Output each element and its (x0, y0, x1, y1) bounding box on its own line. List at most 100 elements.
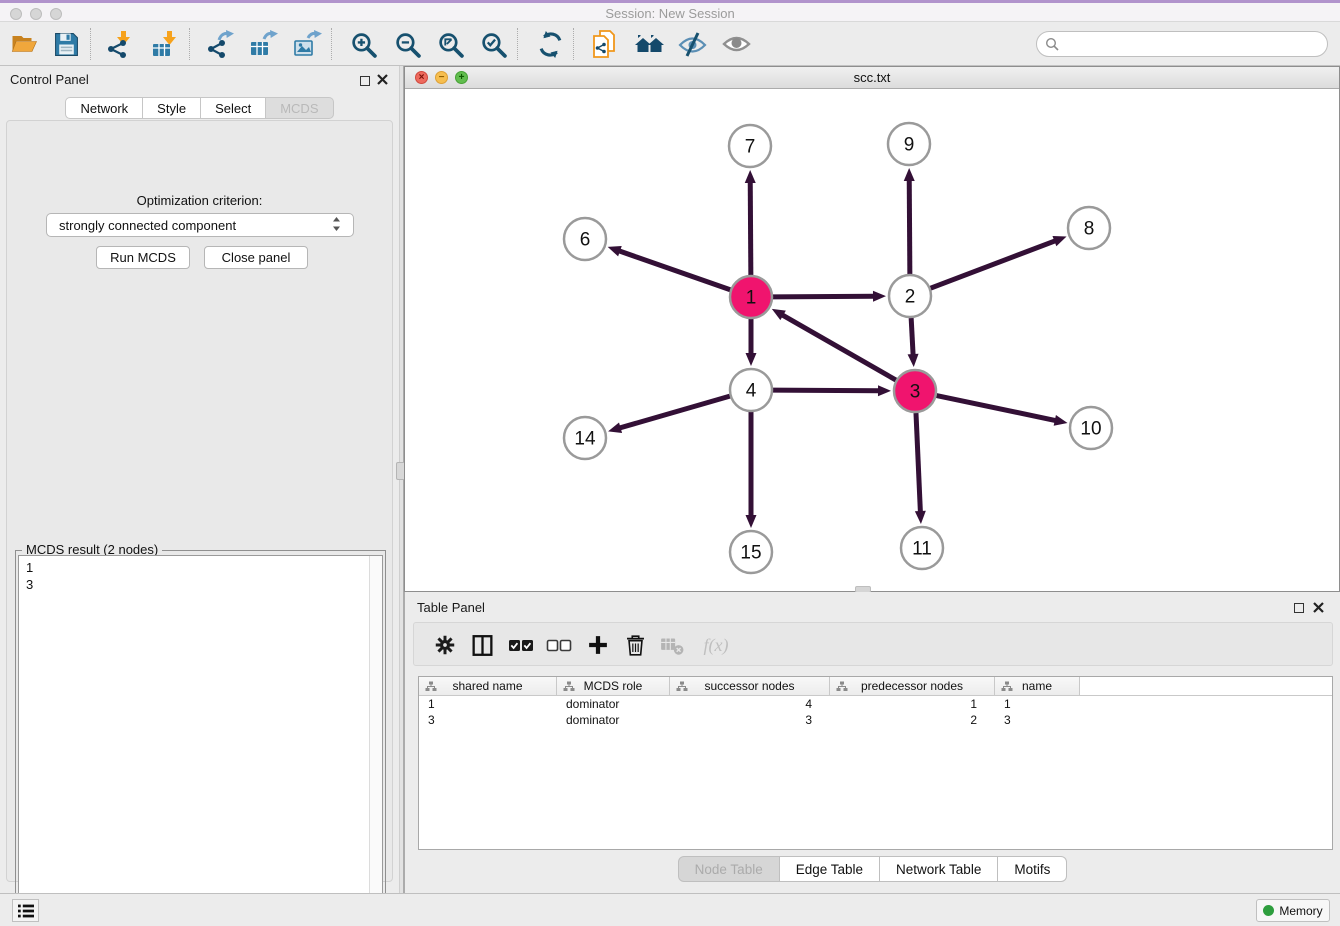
table-header-row: shared nameMCDS rolesuccessor nodesprede… (419, 677, 1332, 696)
function-builder-icon[interactable]: f(x) (695, 631, 737, 659)
table-cell[interactable]: 4 (670, 696, 830, 712)
zoom-in-icon[interactable] (347, 29, 379, 59)
network-view-window: × − + scc.txt 7968124314101511 (404, 66, 1340, 592)
column-header-name[interactable]: name (995, 677, 1080, 695)
hide-selection-icon[interactable] (676, 29, 708, 59)
tab-select[interactable]: Select (201, 97, 266, 119)
graph-edge-arrow (745, 170, 756, 183)
zoom-selected-icon[interactable] (477, 29, 509, 59)
home-view-icon[interactable] (633, 29, 665, 59)
column-header-predecessor-nodes[interactable]: predecessor nodes (830, 677, 995, 695)
tab-node-table[interactable]: Node Table (678, 856, 780, 882)
import-table-icon[interactable] (150, 29, 182, 59)
graph-edge-3-10[interactable] (937, 396, 1057, 421)
table-cell[interactable]: 3 (995, 712, 1080, 728)
graph-edge-arrow (873, 291, 886, 302)
export-network-icon[interactable] (204, 29, 236, 59)
float-panel-icon[interactable] (360, 73, 370, 91)
search-input[interactable] (1064, 36, 1319, 53)
tab-edge-table[interactable]: Edge Table (780, 856, 880, 882)
network-canvas[interactable]: 7968124314101511 (405, 89, 1339, 590)
table-cell[interactable]: 3 (670, 712, 830, 728)
toolbar-separator (189, 28, 190, 60)
float-table-panel-icon[interactable] (1294, 600, 1304, 618)
memory-button[interactable]: Memory (1256, 899, 1330, 922)
show-all-icon[interactable] (720, 29, 752, 59)
mcds-result-text[interactable]: 1 3 (18, 555, 383, 926)
table-cell[interactable]: dominator (557, 712, 670, 728)
graph-node-label: 6 (580, 230, 591, 251)
graph-node-label: 2 (905, 287, 916, 308)
window-titlebar: Session: New Session (0, 0, 1340, 22)
toolbar-separator (331, 28, 332, 60)
tab-mcds[interactable]: MCDS (266, 97, 333, 119)
graph-node-label: 1 (746, 288, 757, 309)
column-header-shared-name[interactable]: shared name (419, 677, 557, 695)
network-window-title: scc.txt (405, 70, 1339, 85)
graph-edge-2-8[interactable] (931, 240, 1057, 288)
table-row[interactable]: 3dominator323 (419, 712, 1332, 728)
close-panel-icon[interactable] (377, 72, 388, 90)
graph-node-label: 11 (912, 539, 932, 560)
graph-edge-3-1[interactable] (781, 314, 896, 380)
tab-motifs[interactable]: Motifs (998, 856, 1067, 882)
table-toolbar: f(x) (413, 622, 1333, 666)
deselect-all-icon[interactable] (544, 631, 574, 659)
search-field (1036, 31, 1328, 57)
column-header-successor-nodes[interactable]: successor nodes (670, 677, 830, 695)
table-cell[interactable]: 2 (830, 712, 995, 728)
graph-edge-1-6[interactable] (618, 251, 730, 290)
graph-node-label: 9 (904, 135, 915, 156)
table-cell[interactable]: 1 (995, 696, 1080, 712)
save-session-icon[interactable] (50, 29, 82, 59)
graph-edge-4-14[interactable] (619, 396, 730, 428)
graph-edge-1-2[interactable] (773, 296, 875, 297)
graph-edge-2-9[interactable] (909, 179, 910, 274)
task-history-icon[interactable] (12, 899, 39, 922)
close-panel-button[interactable]: Close panel (204, 246, 308, 269)
mcds-panel: Optimization criterion: strongly connect… (6, 120, 393, 882)
scrollbar-track[interactable] (369, 556, 382, 926)
graph-edge-2-3[interactable] (911, 318, 913, 356)
table-tabs: Node TableEdge TableNetwork TableMotifs (405, 856, 1340, 882)
graph-edge-arrow (608, 422, 622, 433)
select-all-icon[interactable] (506, 631, 536, 659)
table-cell[interactable]: 1 (830, 696, 995, 712)
zoom-fit-icon[interactable] (434, 29, 466, 59)
control-panel-header: Control Panel (0, 66, 399, 92)
criterion-value: strongly connected component (59, 218, 236, 233)
table-cell[interactable]: 3 (419, 712, 557, 728)
tab-network[interactable]: Network (65, 97, 143, 119)
open-session-icon[interactable] (8, 29, 40, 59)
tab-style[interactable]: Style (143, 97, 201, 119)
network-window-titlebar[interactable]: × − + scc.txt (405, 67, 1339, 89)
export-table-icon[interactable] (248, 29, 280, 59)
close-table-panel-icon[interactable] (1313, 600, 1324, 618)
column-header-MCDS-role[interactable]: MCDS role (557, 677, 670, 695)
table-settings-icon[interactable] (430, 631, 460, 659)
criterion-dropdown[interactable]: strongly connected component (46, 213, 354, 237)
toolbar-separator (573, 28, 574, 60)
graph-edge-1-7[interactable] (750, 181, 751, 275)
import-network-icon[interactable] (104, 29, 136, 59)
export-image-icon[interactable] (292, 29, 324, 59)
fx-label: f(x) (704, 635, 729, 656)
add-column-icon[interactable] (583, 631, 613, 659)
search-icon (1045, 37, 1059, 51)
graph-edge-3-11[interactable] (916, 413, 920, 513)
show-columns-icon[interactable] (467, 631, 497, 659)
graph-edge-arrow (1052, 236, 1066, 246)
graph-edge-4-3[interactable] (773, 390, 880, 391)
clone-network-icon[interactable] (589, 29, 621, 59)
delete-table-icon[interactable] (657, 631, 687, 659)
application-window: Session: New Session (0, 0, 1340, 926)
run-mcds-button[interactable]: Run MCDS (96, 246, 190, 269)
tab-network-table[interactable]: Network Table (880, 856, 998, 882)
table-cell[interactable]: 1 (419, 696, 557, 712)
zoom-out-icon[interactable] (391, 29, 423, 59)
delete-column-icon[interactable] (620, 631, 650, 659)
refresh-layout-icon[interactable] (534, 29, 566, 59)
table-cell[interactable]: dominator (557, 696, 670, 712)
graph-node-label: 10 (1080, 419, 1101, 440)
table-row[interactable]: 1dominator411 (419, 696, 1332, 712)
